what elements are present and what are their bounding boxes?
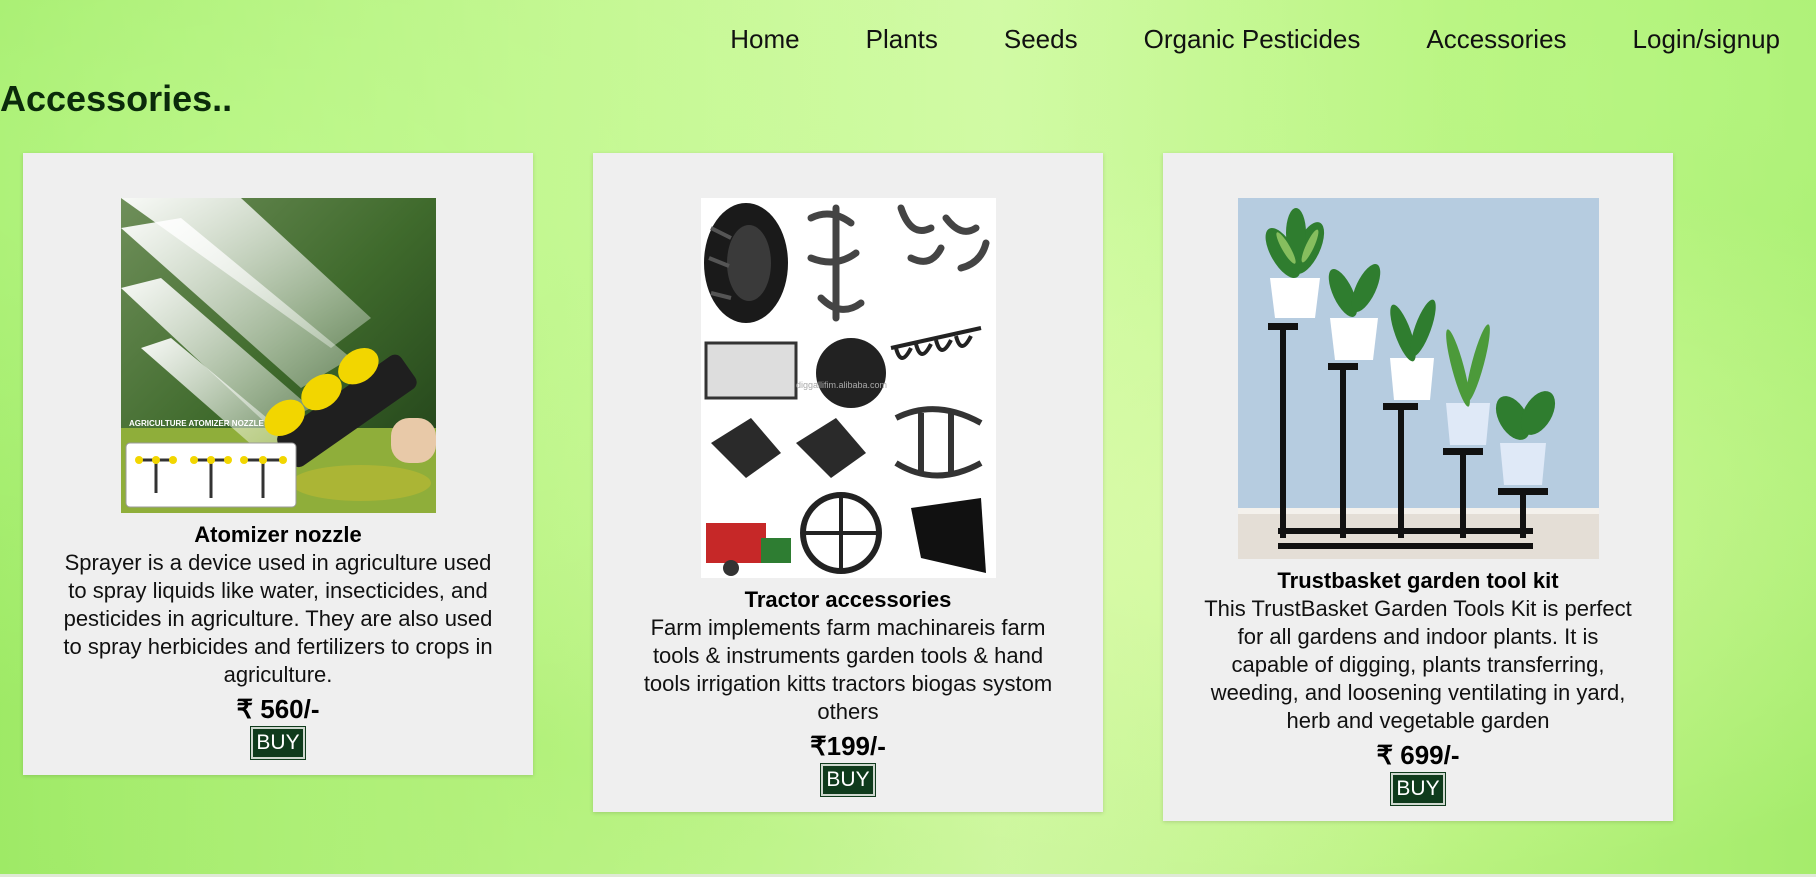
nav-seeds[interactable]: Seeds	[1004, 24, 1078, 55]
nav-home[interactable]: Home	[730, 24, 799, 55]
nav-organic-pesticides[interactable]: Organic Pesticides	[1144, 24, 1361, 55]
product-price: ₹199/-	[810, 731, 886, 761]
atomizer-nozzle-image: AGRICULTURE ATOMIZER NOZZLE	[120, 198, 436, 513]
nav-plants[interactable]: Plants	[866, 24, 938, 55]
image-caption: AGRICULTURE ATOMIZER NOZZLE	[129, 419, 264, 428]
main-nav: Home Plants Seeds Organic Pesticides Acc…	[730, 24, 1780, 55]
buy-button[interactable]: BUY	[1390, 772, 1446, 806]
buy-button[interactable]: BUY	[250, 726, 306, 760]
product-description: Farm implements farm machinareis farm to…	[643, 615, 1053, 724]
product-card-trustbasket: Trustbasket garden tool kit This TrustBa…	[1163, 153, 1673, 821]
product-title: Tractor accessories	[744, 587, 952, 612]
product-description: This TrustBasket Garden Tools Kit is per…	[1204, 596, 1632, 733]
page-title: Accessories..	[0, 78, 233, 119]
nav-login-signup[interactable]: Login/signup	[1633, 24, 1780, 55]
plant-stand-image	[1237, 198, 1599, 559]
product-card-tractor: diggallifim.alibaba.com Tractor accessor…	[593, 153, 1103, 812]
product-card-atomizer: AGRICULTURE ATOMIZER NOZZLE Atomizer noz…	[23, 153, 533, 775]
svg-text:diggallifim.alibaba.com: diggallifim.alibaba.com	[796, 380, 887, 390]
nav-accessories[interactable]: Accessories	[1426, 24, 1566, 55]
product-title: Atomizer nozzle	[194, 522, 362, 547]
product-price: ₹ 560/-	[236, 694, 320, 724]
buy-button[interactable]: BUY	[820, 763, 876, 797]
tractor-accessories-image: diggallifim.alibaba.com	[700, 198, 996, 578]
product-price: ₹ 699/-	[1376, 740, 1460, 770]
product-description: Sprayer is a device used in agriculture …	[63, 550, 493, 687]
product-title: Trustbasket garden tool kit	[1277, 568, 1559, 593]
